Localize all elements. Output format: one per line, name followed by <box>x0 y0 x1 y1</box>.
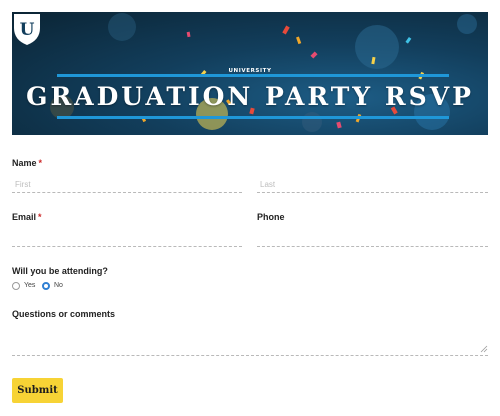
last-name-input[interactable] <box>257 177 488 193</box>
resize-handle-icon[interactable] <box>480 345 488 353</box>
attending-no-label: No <box>54 282 63 289</box>
name-label-text: Name <box>12 158 37 168</box>
banner-stripe-top <box>57 74 449 77</box>
required-marker: * <box>38 212 42 222</box>
email-label: Email * <box>12 212 42 222</box>
comments-label: Questions or comments <box>12 309 116 319</box>
phone-input[interactable] <box>257 231 488 247</box>
name-label: Name * <box>12 158 42 168</box>
attending-no-radio[interactable] <box>42 282 50 290</box>
submit-button[interactable]: Submit <box>12 378 63 403</box>
attending-label: Will you be attending? <box>12 266 108 276</box>
banner-title: GRADUATION PARTY RSVP <box>26 82 474 111</box>
comments-textarea[interactable] <box>12 324 488 356</box>
attending-yes-label: Yes <box>24 282 36 289</box>
university-shield-icon: U <box>14 14 40 45</box>
attending-yes-radio[interactable] <box>12 282 20 290</box>
email-label-text: Email <box>12 212 37 222</box>
logo-letter: U <box>20 20 35 40</box>
email-input[interactable] <box>12 231 242 247</box>
first-name-input[interactable] <box>12 177 242 193</box>
required-marker: * <box>38 158 43 168</box>
banner-stripe-bottom <box>57 116 449 119</box>
header-banner: U UNIVERSITY GRADUATION PARTY RSVP <box>12 12 488 135</box>
phone-label: Phone <box>257 212 285 222</box>
